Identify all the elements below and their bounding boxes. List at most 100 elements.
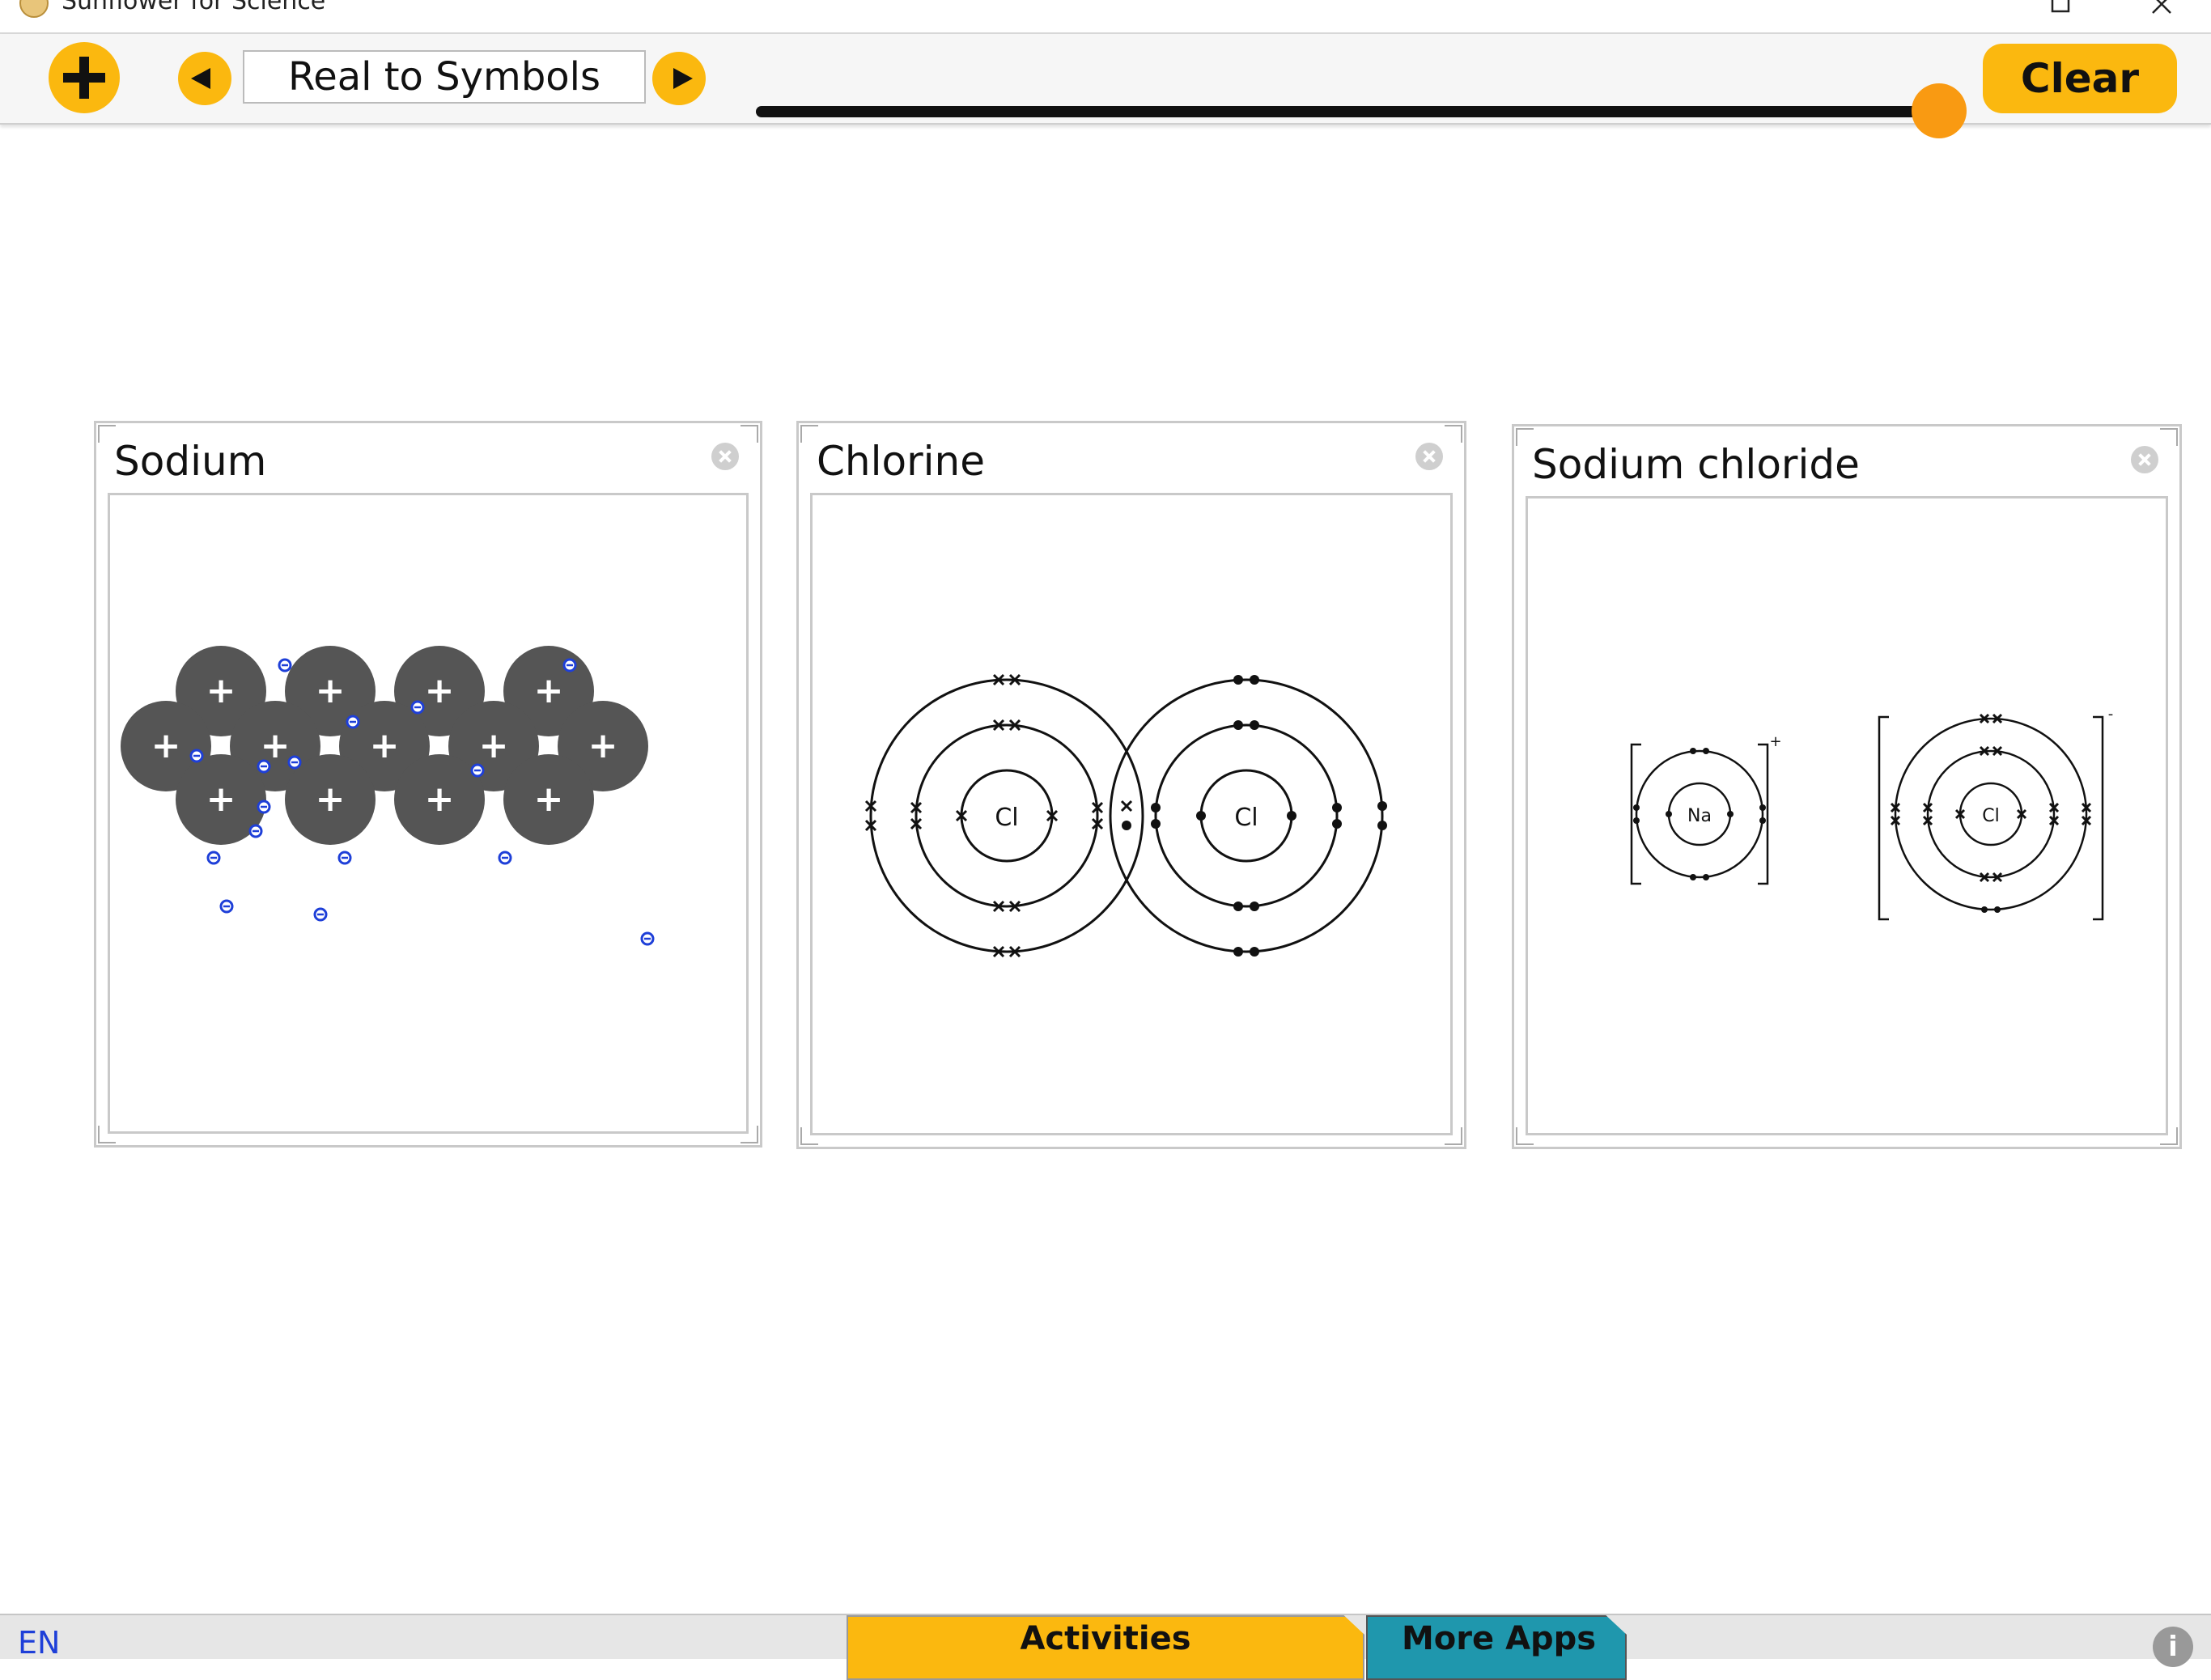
electron-dot	[1994, 906, 2001, 913]
electron-dot	[1151, 819, 1161, 829]
chlorine-dot-cross-diagram: Cl Cl	[864, 673, 1387, 958]
card-content: Cl Cl	[810, 493, 1453, 1135]
free-electron	[562, 658, 577, 672]
svg-text:+: +	[425, 778, 455, 820]
resize-handle-top-right[interactable]	[1445, 425, 1462, 443]
add-button[interactable]	[49, 42, 120, 113]
electron-dot	[1633, 804, 1640, 811]
ion-label: Na	[1687, 806, 1712, 826]
free-electron	[346, 715, 360, 729]
electron-dot	[1759, 804, 1766, 811]
toolbar: Real to Symbols Clear	[0, 34, 2211, 138]
window-close-icon[interactable]	[2149, 0, 2174, 16]
close-icon[interactable]	[1415, 443, 1443, 470]
electron-dot	[1377, 821, 1387, 830]
arrow-right-icon	[673, 68, 693, 89]
svg-text:+: +	[206, 670, 236, 711]
bottom-bar: EN Activities More Apps i	[0, 1614, 2211, 1680]
tab-activities[interactable]: Activities	[847, 1615, 1364, 1680]
app-icon	[19, 0, 49, 18]
free-electron	[470, 763, 485, 778]
free-electron	[640, 931, 655, 946]
atom-label: Cl	[995, 804, 1018, 832]
sodium-chloride-ionic-diagram: Na Cl + -	[1630, 706, 2114, 921]
svg-text:+: +	[534, 778, 564, 820]
resize-handle-top-left[interactable]	[800, 425, 818, 443]
tab-more-apps[interactable]: More Apps	[1366, 1615, 1627, 1680]
electron-dot	[1703, 874, 1709, 880]
info-icon[interactable]: i	[2153, 1627, 2193, 1667]
resize-handle-top-left[interactable]	[98, 425, 116, 443]
window-title-bar: Sunflower for Science	[0, 0, 2211, 34]
free-electron	[257, 759, 271, 774]
electron-dot	[1633, 817, 1640, 824]
electron-dot	[1287, 811, 1296, 821]
electron-dot	[1759, 817, 1766, 824]
card-content: Na Cl + -	[1526, 496, 2168, 1135]
svg-text:+: +	[316, 670, 346, 711]
card-chlorine[interactable]: Chlorine Cl Cl	[796, 421, 1466, 1149]
electron-dot	[1727, 811, 1734, 817]
next-activity-button[interactable]	[652, 52, 706, 105]
electron-dot	[1981, 906, 1988, 913]
resize-handle-top-left[interactable]	[1516, 428, 1534, 446]
resize-handle-top-right[interactable]	[2160, 428, 2178, 446]
electron-dot	[1233, 902, 1243, 911]
previous-activity-button[interactable]	[178, 52, 231, 105]
svg-text:+: +	[151, 725, 181, 766]
free-electron	[337, 851, 352, 865]
electron-dot	[1250, 902, 1259, 911]
electron-dot	[1122, 821, 1131, 830]
svg-text:+: +	[370, 725, 400, 766]
slider-handle[interactable]	[1912, 83, 1967, 138]
slider-track[interactable]	[756, 106, 1936, 117]
free-electron	[219, 899, 234, 914]
free-electron	[278, 658, 292, 672]
electron-dot	[1233, 947, 1243, 957]
activity-name: Real to Symbols	[243, 50, 646, 104]
free-electron	[498, 851, 512, 865]
ion-charge: -	[2108, 706, 2114, 723]
electron-dot	[1332, 819, 1342, 829]
electron-dot	[1250, 675, 1259, 685]
ion-label: Cl	[1982, 806, 1999, 826]
card-title: Sodium chloride	[1532, 441, 1860, 488]
electron-dot	[1250, 720, 1259, 730]
atom-label: Cl	[1234, 804, 1258, 832]
clear-button[interactable]: Clear	[1983, 44, 2177, 113]
card-sodium[interactable]: Sodium + + + + + + + + + + + + +	[94, 421, 762, 1148]
electron-dot	[1151, 803, 1161, 812]
window-title: Sunflower for Science	[62, 0, 326, 15]
svg-text:+: +	[206, 778, 236, 820]
electron-dot	[1377, 801, 1387, 811]
arrow-left-icon	[191, 68, 210, 89]
resize-handle-top-right[interactable]	[741, 425, 758, 443]
electron-dot	[1690, 874, 1696, 880]
svg-text:+: +	[316, 778, 346, 820]
svg-text:+: +	[534, 670, 564, 711]
free-electron	[257, 800, 271, 814]
svg-text:+: +	[479, 725, 509, 766]
card-title: Sodium	[114, 438, 267, 485]
electron-dot	[1666, 811, 1672, 817]
electron-dot	[1690, 748, 1696, 754]
free-electron	[313, 907, 328, 922]
electron-dot	[1233, 675, 1243, 685]
close-icon[interactable]	[711, 443, 739, 470]
card-title: Chlorine	[817, 438, 985, 485]
free-electron	[287, 755, 302, 770]
close-icon[interactable]	[2131, 446, 2158, 473]
free-electron	[206, 851, 221, 865]
card-content: + + + + + + + + + + + + +	[108, 493, 749, 1134]
svg-text:+: +	[588, 725, 618, 766]
maximize-icon[interactable]	[2049, 0, 2073, 16]
electron-cross	[1120, 800, 1133, 812]
electron-dot	[1703, 748, 1709, 754]
svg-text:+: +	[425, 670, 455, 711]
card-sodium-chloride[interactable]: Sodium chloride Na Cl + -	[1512, 424, 2182, 1149]
electron-dot	[1250, 947, 1259, 957]
electron-dot	[1332, 803, 1342, 812]
electron-dot	[1233, 720, 1243, 730]
language-selector[interactable]: EN	[18, 1625, 60, 1661]
free-electron	[410, 700, 425, 715]
